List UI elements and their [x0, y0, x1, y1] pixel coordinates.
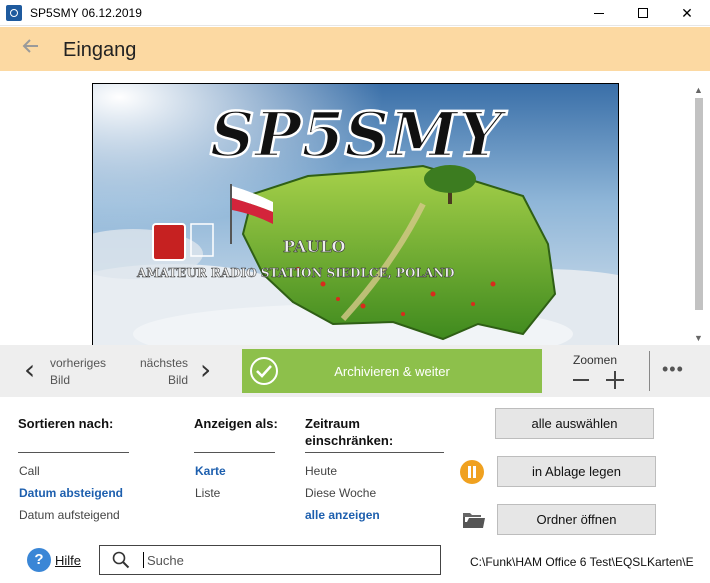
search-input[interactable]: [147, 551, 427, 569]
page-header: Eingang: [0, 27, 710, 71]
app-icon: [6, 5, 22, 21]
range-divider: [305, 452, 444, 453]
arrow-left-icon: [22, 39, 38, 53]
card-operator-name: PAULO: [283, 237, 345, 256]
chevron-up-icon[interactable]: ▲: [694, 85, 703, 95]
sort-option-date-desc[interactable]: Datum absteigend: [19, 486, 123, 500]
qsl-card-image: SP5SMY PAULO AMATEUR RADIO STATION SIEDL…: [92, 83, 619, 346]
sort-option-date-asc[interactable]: Datum aufsteigend: [19, 508, 120, 522]
close-icon: ✕: [681, 4, 693, 21]
maximize-button[interactable]: [620, 0, 666, 26]
range-option-this-week[interactable]: Diese Woche: [305, 486, 376, 500]
window-title: SP5SMY 06.12.2019: [30, 6, 142, 20]
display-heading: Anzeigen als:: [194, 416, 278, 431]
card-subtitle: AMATEUR RADIO STATION SIEDLCE, POLAND: [136, 266, 455, 280]
scroll-thumb[interactable]: [695, 98, 703, 310]
display-option-list[interactable]: Liste: [195, 486, 220, 500]
next-image-button[interactable]: nächstes Bild ›: [128, 345, 228, 397]
page-title: Eingang: [63, 39, 137, 61]
folder-path: C:\Funk\HAM Office 6 Test\EQSLKarten\E: [470, 555, 694, 569]
range-option-show-all[interactable]: alle anzeigen: [305, 508, 380, 522]
image-scrollbar[interactable]: ▲ ▼: [692, 83, 706, 345]
display-divider: [194, 452, 275, 453]
range-heading-line2: einschränken:: [305, 433, 394, 448]
open-folder-button[interactable]: Ordner öffnen: [497, 504, 656, 535]
back-button[interactable]: [20, 35, 46, 61]
minimize-button[interactable]: [576, 0, 622, 26]
zoom-label: Zoomen: [573, 353, 618, 367]
search-caret: [143, 552, 144, 568]
previous-label-line2: Bild: [50, 373, 71, 387]
help-icon[interactable]: ?: [27, 548, 51, 572]
previous-image-button[interactable]: ‹ vorheriges Bild: [12, 345, 122, 397]
card-callsign: SP5SMY: [210, 98, 508, 171]
chevron-right-icon: ›: [200, 353, 212, 386]
chevron-down-icon[interactable]: ▼: [694, 333, 703, 343]
sort-heading: Sortieren nach:: [18, 416, 114, 431]
toolbar-divider: [649, 351, 650, 391]
next-label-line2: Bild: [167, 373, 188, 387]
chevron-left-icon: ‹: [24, 353, 36, 386]
previous-label-line1: vorheriges: [50, 356, 107, 370]
zoom-in-icon[interactable]: [606, 367, 624, 389]
zoom-out-icon[interactable]: [573, 367, 591, 389]
archive-and-next-button[interactable]: Archivieren & weiter: [242, 349, 542, 393]
maximize-icon: [638, 8, 648, 18]
archive-label: Archivieren & weiter: [334, 364, 450, 379]
minimize-icon: [594, 12, 604, 14]
put-aside-button[interactable]: in Ablage legen: [497, 456, 656, 487]
next-label-line1: nächstes: [139, 356, 188, 370]
more-options-icon[interactable]: •••: [662, 359, 690, 379]
range-heading-line1: Zeitraum: [305, 416, 360, 431]
sort-option-call[interactable]: Call: [19, 464, 40, 478]
search-icon: [112, 551, 130, 569]
range-option-today[interactable]: Heute: [305, 464, 337, 478]
search-box[interactable]: [99, 545, 441, 575]
select-all-button[interactable]: alle auswählen: [495, 408, 654, 439]
display-option-card[interactable]: Karte: [195, 464, 226, 478]
folder-icon: [462, 510, 486, 530]
close-button[interactable]: ✕: [664, 0, 710, 26]
navigation-toolbar: ‹ vorheriges Bild nächstes Bild › Archiv…: [0, 345, 710, 397]
help-link[interactable]: Hilfe: [55, 553, 81, 568]
pause-icon: [460, 460, 484, 484]
sort-divider: [18, 452, 129, 453]
title-bar: SP5SMY 06.12.2019 ✕: [0, 0, 710, 26]
